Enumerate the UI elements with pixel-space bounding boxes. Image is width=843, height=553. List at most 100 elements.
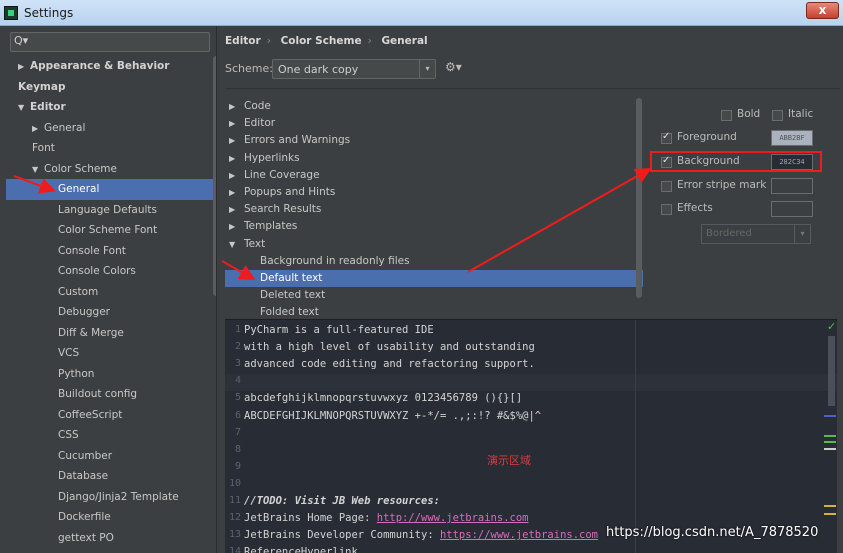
- sidebar-item[interactable]: CSS: [6, 425, 216, 446]
- sidebar-item[interactable]: Django/Jinja2 Template: [6, 487, 216, 508]
- check-icon: ✓: [827, 320, 837, 333]
- sidebar-item-label: Console Font: [58, 244, 126, 257]
- sidebar-item[interactable]: Keymap: [6, 77, 216, 98]
- token-tree-item[interactable]: ▶ Search Results: [225, 201, 643, 218]
- hyperlink[interactable]: https://www.jetbrains.com: [440, 529, 598, 541]
- error-stripe-color-swatch[interactable]: [771, 178, 813, 194]
- chevron-right-icon[interactable]: ▶: [32, 119, 44, 140]
- chevron-right-icon[interactable]: ▶: [18, 57, 30, 78]
- code-text: advanced code editing and refactoring su…: [244, 358, 535, 371]
- chevron-right-icon[interactable]: ▶: [229, 115, 244, 132]
- chevron-right-icon[interactable]: ▶: [229, 167, 244, 184]
- sidebar-item[interactable]: ▶ General: [6, 118, 216, 139]
- scheme-select[interactable]: One dark copy ▾: [272, 59, 436, 79]
- sidebar-item[interactable]: CoffeeScript: [6, 405, 216, 426]
- chevron-right-icon[interactable]: ▶: [229, 150, 244, 167]
- breadcrumb-item: Color Scheme: [280, 35, 362, 47]
- token-tree-item[interactable]: ▶ Errors and Warnings: [225, 132, 643, 149]
- code-line: PyCharm is a full-featured IDE: [244, 324, 434, 336]
- sidebar-item-label: Dockerfile: [58, 511, 111, 523]
- token-tree-item[interactable]: ▶ Popups and Hints: [225, 184, 643, 201]
- foreground-color-swatch[interactable]: ABB2BF: [771, 130, 813, 146]
- token-tree-item[interactable]: ▶ Hyperlinks: [225, 150, 643, 167]
- code-text: ReferenceHyperlink: [244, 546, 358, 553]
- code-line: advanced code editing and refactoring su…: [244, 358, 535, 370]
- stripe-mark: [824, 513, 836, 515]
- sidebar-item[interactable]: ▼ Editor: [6, 97, 216, 118]
- chevron-down-icon[interactable]: ▼: [18, 98, 30, 119]
- stripe-mark: [824, 435, 836, 437]
- sidebar-item-label: gettext PO: [58, 531, 114, 544]
- sidebar-item[interactable]: Debugger: [6, 302, 216, 323]
- token-tree-label: Folded text: [260, 306, 319, 316]
- chevron-right-icon[interactable]: ▶: [229, 98, 244, 115]
- sidebar-item[interactable]: ▼ Color Scheme: [6, 159, 216, 180]
- chevron-down-icon[interactable]: ▾: [794, 225, 810, 243]
- line-number: 7: [234, 426, 241, 438]
- token-tree-item[interactable]: Default text: [225, 269, 643, 288]
- sidebar-item-label: Appearance & Behavior: [30, 60, 170, 72]
- italic-checkbox[interactable]: [772, 110, 783, 121]
- foreground-checkbox[interactable]: [661, 131, 672, 144]
- sidebar-item[interactable]: Console Font: [6, 241, 216, 262]
- sidebar-item-label: Database: [58, 470, 109, 482]
- token-tree-item[interactable]: ▼ Text: [225, 236, 643, 253]
- effects-color-swatch[interactable]: [771, 201, 813, 217]
- effect-type-select[interactable]: Bordered ▾: [701, 224, 811, 244]
- sidebar-item[interactable]: Color Scheme Font: [6, 220, 216, 241]
- sidebar-item[interactable]: Database: [6, 466, 216, 487]
- token-tree-item[interactable]: ▶ Line Coverage: [225, 167, 643, 184]
- sidebar-item[interactable]: Language Defaults: [6, 200, 216, 221]
- token-tree-item[interactable]: ▶ Code: [225, 98, 643, 115]
- line-number: 11: [228, 495, 241, 506]
- hyperlink[interactable]: http://www.jetbrains.com: [377, 512, 529, 524]
- gear-icon[interactable]: ⚙▾: [445, 60, 462, 74]
- error-stripe-checkbox[interactable]: [661, 181, 672, 192]
- token-tree-item[interactable]: ▶ Templates: [225, 218, 643, 235]
- close-button[interactable]: x: [806, 2, 839, 19]
- sidebar-item-label: VCS: [58, 347, 80, 359]
- sidebar-item[interactable]: Dockerfile: [6, 507, 216, 528]
- sidebar-item[interactable]: Python: [6, 364, 216, 385]
- effects-checkbox[interactable]: [661, 204, 672, 215]
- sidebar-item[interactable]: ▶ Appearance & Behavior: [6, 56, 216, 77]
- sidebar-item[interactable]: General: [6, 179, 216, 200]
- token-tree-item[interactable]: ▶ Editor: [225, 115, 643, 132]
- pycharm-app-icon: [4, 6, 18, 20]
- sidebar-item-label: Django/Jinja2 Template: [58, 490, 179, 503]
- sidebar-item[interactable]: Custom: [6, 282, 216, 303]
- chevron-right-icon[interactable]: ▶: [229, 201, 244, 218]
- chevron-down-icon[interactable]: ▼: [229, 236, 244, 253]
- sidebar-item[interactable]: VCS: [6, 343, 216, 364]
- right-margin-guide: [635, 320, 636, 553]
- token-tree-item[interactable]: Background in readonly files: [225, 253, 643, 270]
- bold-label: Bold: [737, 108, 761, 120]
- sidebar-item[interactable]: Cucumber: [6, 446, 216, 467]
- preview-editor[interactable]: 1 PyCharm is a full-featured IDE 2 with a h…: [225, 319, 837, 553]
- code-text: abcdefghijklmnopqrstuvwxyz 0123456789 ()…: [244, 392, 523, 405]
- editor-scrollbar[interactable]: [828, 336, 835, 406]
- chevron-right-icon[interactable]: ▶: [229, 218, 244, 235]
- token-tree-label: Deleted text: [260, 289, 326, 302]
- search-input[interactable]: Q▾: [10, 32, 210, 52]
- sidebar-item[interactable]: Buildout config: [6, 384, 216, 405]
- line-number: 2: [234, 341, 241, 353]
- effects-label: Effects: [677, 202, 713, 214]
- token-tree-item[interactable]: Deleted text: [225, 287, 643, 304]
- chevron-right-icon[interactable]: ▶: [229, 184, 244, 201]
- sidebar-item[interactable]: Console Colors: [6, 261, 216, 282]
- sidebar-item[interactable]: Diff & Merge: [6, 323, 216, 344]
- line-number: 9: [234, 460, 241, 472]
- breadcrumb-separator: ›: [266, 35, 271, 47]
- scheme-value: One dark copy: [278, 63, 359, 76]
- stripe-mark: [824, 415, 836, 417]
- sidebar-item[interactable]: Font: [6, 138, 216, 159]
- token-tree-item[interactable]: Folded text: [225, 304, 643, 316]
- sidebar-item[interactable]: gettext PO: [6, 528, 216, 549]
- token-tree-scrollbar[interactable]: [636, 98, 642, 298]
- chevron-down-icon[interactable]: ▾: [419, 60, 435, 78]
- chevron-down-icon[interactable]: ▼: [32, 160, 44, 181]
- sidebar-item-label: Console Colors: [58, 265, 136, 277]
- bold-checkbox[interactable]: [721, 110, 732, 121]
- chevron-right-icon[interactable]: ▶: [229, 132, 244, 149]
